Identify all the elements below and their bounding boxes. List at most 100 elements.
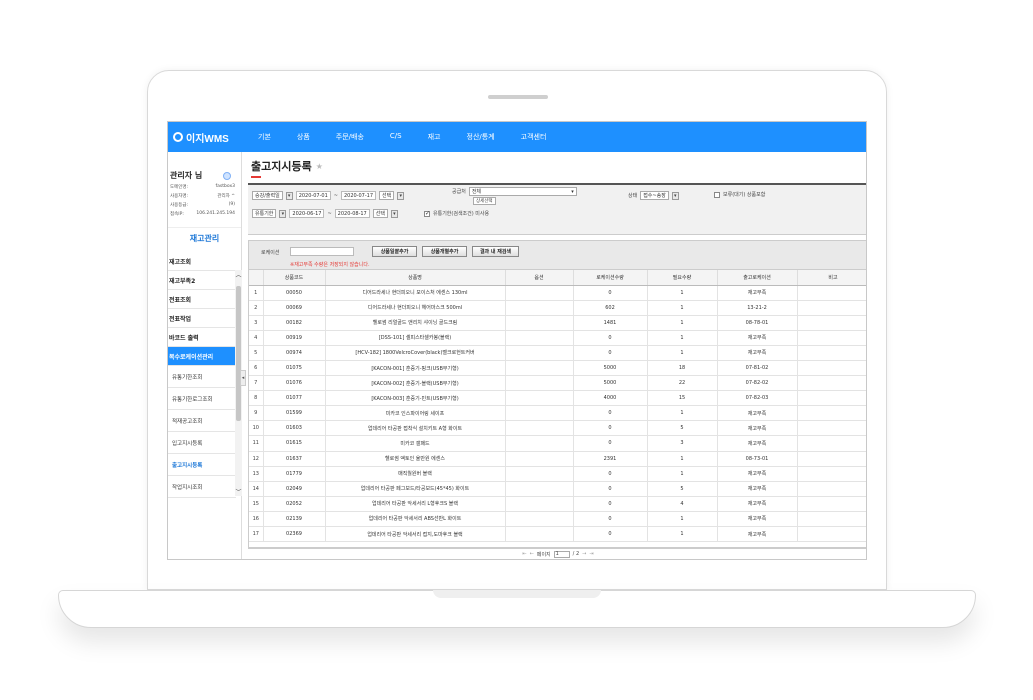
- chevron-down-icon[interactable]: ▾: [285, 191, 293, 200]
- menu-item[interactable]: 정산/통계: [467, 132, 495, 142]
- sidebar-subitem[interactable]: 입고지시등록: [168, 432, 236, 454]
- table-row[interactable]: 16 02139 업데리어 타공판 악세서리 ABS선반L 화이트 0 1 재고부족: [249, 511, 866, 528]
- table-cell: 17: [249, 526, 264, 543]
- table-row[interactable]: 9 01599 미카코 인스파이어링 세이프 0 1 재고부족: [249, 405, 866, 422]
- user-settings-icon[interactable]: [223, 171, 231, 180]
- single-add-button[interactable]: 상품개별추가: [422, 246, 467, 257]
- table-cell: 재고부족: [717, 526, 798, 543]
- sidebar-subitem[interactable]: 유통기한로그조회: [168, 388, 236, 410]
- column-header[interactable]: 출고로케이션: [717, 270, 798, 286]
- table-cell: [505, 451, 574, 467]
- table-cell: [505, 285, 574, 301]
- app-logo[interactable]: 이지WMS: [168, 130, 248, 145]
- bulk-add-button[interactable]: 상품일괄추가: [372, 246, 417, 257]
- column-header[interactable]: 비고: [797, 270, 866, 286]
- table-row[interactable]: 1 00050 디어드라세나 현더피오니 모이스처 에센스 130ml 0 1 재고부족: [249, 285, 866, 301]
- column-header[interactable]: 필요수량: [647, 270, 718, 286]
- date-type-select[interactable]: 승강/출력일: [252, 191, 283, 200]
- main-content: 출고지시등록 ★ 승강/출력일 ▾ 2020-07-01 ~ 2020-07-17…: [248, 152, 866, 559]
- table-cell: [505, 496, 574, 512]
- location-input[interactable]: [290, 247, 354, 256]
- expiry-unused-checkbox[interactable]: [424, 210, 430, 217]
- chevron-down-icon[interactable]: ▾: [390, 209, 398, 218]
- table-cell: [797, 360, 866, 377]
- sidebar-collapse-icon[interactable]: ◂: [240, 370, 246, 386]
- table-row[interactable]: 13 01779 매직월원버 블랙 0 1 재고부족: [249, 466, 866, 482]
- table-cell: [797, 481, 866, 497]
- menu-item[interactable]: 주문/배송: [336, 132, 364, 142]
- sidebar-item[interactable]: 재고부족2: [168, 271, 236, 290]
- sidebar-menu: 재고조회 재고부족2 전표조회 전표작업 바코드 출력 복수로케이션관리 유통기한조회 유통기…: [168, 252, 236, 498]
- sidebar-item[interactable]: 전표조회: [168, 290, 236, 309]
- sidebar-item[interactable]: 재고조회: [168, 252, 236, 271]
- page-input[interactable]: 1: [553, 550, 570, 558]
- menu-item[interactable]: C/S: [390, 132, 402, 142]
- scroll-up-icon[interactable]: ︿: [235, 270, 242, 279]
- first-page-icon[interactable]: ⇤: [522, 551, 526, 557]
- table-cell: [KACON-002] 훈증기-블랙(USB무기형): [325, 375, 506, 392]
- menu-item[interactable]: 고객센터: [521, 132, 547, 142]
- date-preset-select[interactable]: 선택: [379, 191, 395, 200]
- table-cell: 0: [573, 345, 648, 361]
- table-row[interactable]: 4 00919 [DSS-101] 셀피스타셀카봉(블랙) 0 1 재고부족: [249, 330, 866, 346]
- next-page-icon[interactable]: →: [582, 551, 586, 557]
- user-info-value: (9): [228, 202, 235, 207]
- table-cell: 07-82-02: [717, 375, 798, 392]
- table-row[interactable]: 2 00069 디어드라세나 현더피오니 헤어마스크 500ml 602 1 13-21-…: [249, 300, 866, 316]
- column-header[interactable]: 상품코드: [263, 270, 326, 286]
- table-row[interactable]: 6 01075 [KACON-001] 훈증기-핑크(USB무기형) 5000 18 07…: [249, 360, 866, 377]
- last-page-icon[interactable]: ⇥: [589, 551, 593, 557]
- sidebar-subitem[interactable]: 적재공고조회: [168, 410, 236, 432]
- menu-item[interactable]: 상품: [297, 132, 310, 142]
- table-row[interactable]: 15 02052 업데리어 타공판 악세서리 L형후크S 블랙 0 4 재고부족: [249, 496, 866, 512]
- table-cell: [505, 330, 574, 346]
- table-cell: 02139: [263, 511, 326, 528]
- hold-checkbox[interactable]: [714, 191, 720, 198]
- sidebar-subitem[interactable]: 작업지시조회: [168, 476, 236, 498]
- table-cell: 02369: [263, 526, 326, 543]
- column-header[interactable]: [249, 270, 264, 286]
- research-button[interactable]: 결과 내 재검색: [472, 246, 519, 257]
- table-row[interactable]: 3 00182 헬로썸 리얼골드 앤리치 샤이닝 골드크림 1481 1 08-78-01: [249, 315, 866, 331]
- expiry-to-input[interactable]: 2020-08-17: [334, 209, 370, 218]
- table-cell: 13: [249, 466, 264, 482]
- column-header[interactable]: 로케이션수량: [573, 270, 648, 286]
- sidebar-item[interactable]: 복수로케이션관리: [168, 347, 236, 366]
- sidebar-subitem[interactable]: 유통기한조회: [168, 366, 236, 388]
- favorite-star-icon[interactable]: ★: [316, 162, 323, 171]
- table-row[interactable]: 8 01077 [KACON-003] 훈증기-민트(USB무기형) 4000 15 07…: [249, 390, 866, 407]
- chevron-down-icon[interactable]: ▾: [397, 191, 405, 200]
- sidebar-item[interactable]: 바코드 출력: [168, 328, 236, 347]
- scroll-down-icon[interactable]: ﹀: [235, 487, 242, 496]
- table-row[interactable]: 17 02369 업데리어 타공판 악세서리 접지,도마후크 블랙 0 1 재고부족: [249, 526, 866, 543]
- table-cell: [797, 511, 866, 528]
- table-cell: 01779: [263, 466, 326, 482]
- column-header[interactable]: 옵션: [505, 270, 574, 286]
- table-cell: 15: [249, 496, 264, 512]
- menu-item[interactable]: 기본: [258, 132, 271, 142]
- table-row[interactable]: 7 01076 [KACON-002] 훈증기-블랙(USB무기형) 5000 22 07…: [249, 375, 866, 392]
- date-to-input[interactable]: 2020-07-17: [340, 191, 377, 200]
- table-row[interactable]: 5 00974 [HCV-182] 1800VelcroCover(black)벨크…: [249, 345, 866, 361]
- expiry-preset-select[interactable]: 선택: [372, 209, 388, 218]
- expiry-type-select[interactable]: 유통기한: [252, 209, 277, 218]
- status-select[interactable]: 접수~송장: [640, 191, 669, 200]
- date-from-input[interactable]: 2020-07-01: [295, 191, 331, 200]
- sidebar-subitem[interactable]: 출고지시등록: [168, 454, 236, 476]
- table-cell: [797, 420, 866, 437]
- table-row[interactable]: 12 01637 헬로썸 액토인 율만원 에센스 2391 1 08-73-01: [249, 451, 866, 467]
- table-cell: 4: [647, 496, 718, 512]
- column-header[interactable]: 상품명: [325, 270, 506, 286]
- table-row[interactable]: 11 01615 미카코 갤패드 0 3 재고부족: [249, 435, 866, 452]
- supplier-select[interactable]: 전체 ▾: [468, 187, 577, 196]
- menu-item[interactable]: 재고: [428, 132, 441, 142]
- prev-page-icon[interactable]: ←: [530, 551, 534, 557]
- chevron-down-icon[interactable]: ▾: [671, 191, 679, 200]
- sidebar-item[interactable]: 전표작업: [168, 309, 236, 328]
- sidebar-scroll-thumb[interactable]: [236, 286, 241, 421]
- detail-select-button[interactable]: 상세선택: [473, 197, 496, 205]
- table-row[interactable]: 14 02049 업데리어 타공판 페그보드/타공보드(45*45) 화이트 0 5 재고…: [249, 481, 866, 497]
- chevron-down-icon[interactable]: ▾: [279, 209, 287, 218]
- expiry-from-input[interactable]: 2020-06-17: [289, 209, 325, 218]
- table-row[interactable]: 10 01603 업데리어 타공판 접착식 설치키트 A형 화이트 0 5 재고부족: [249, 420, 866, 437]
